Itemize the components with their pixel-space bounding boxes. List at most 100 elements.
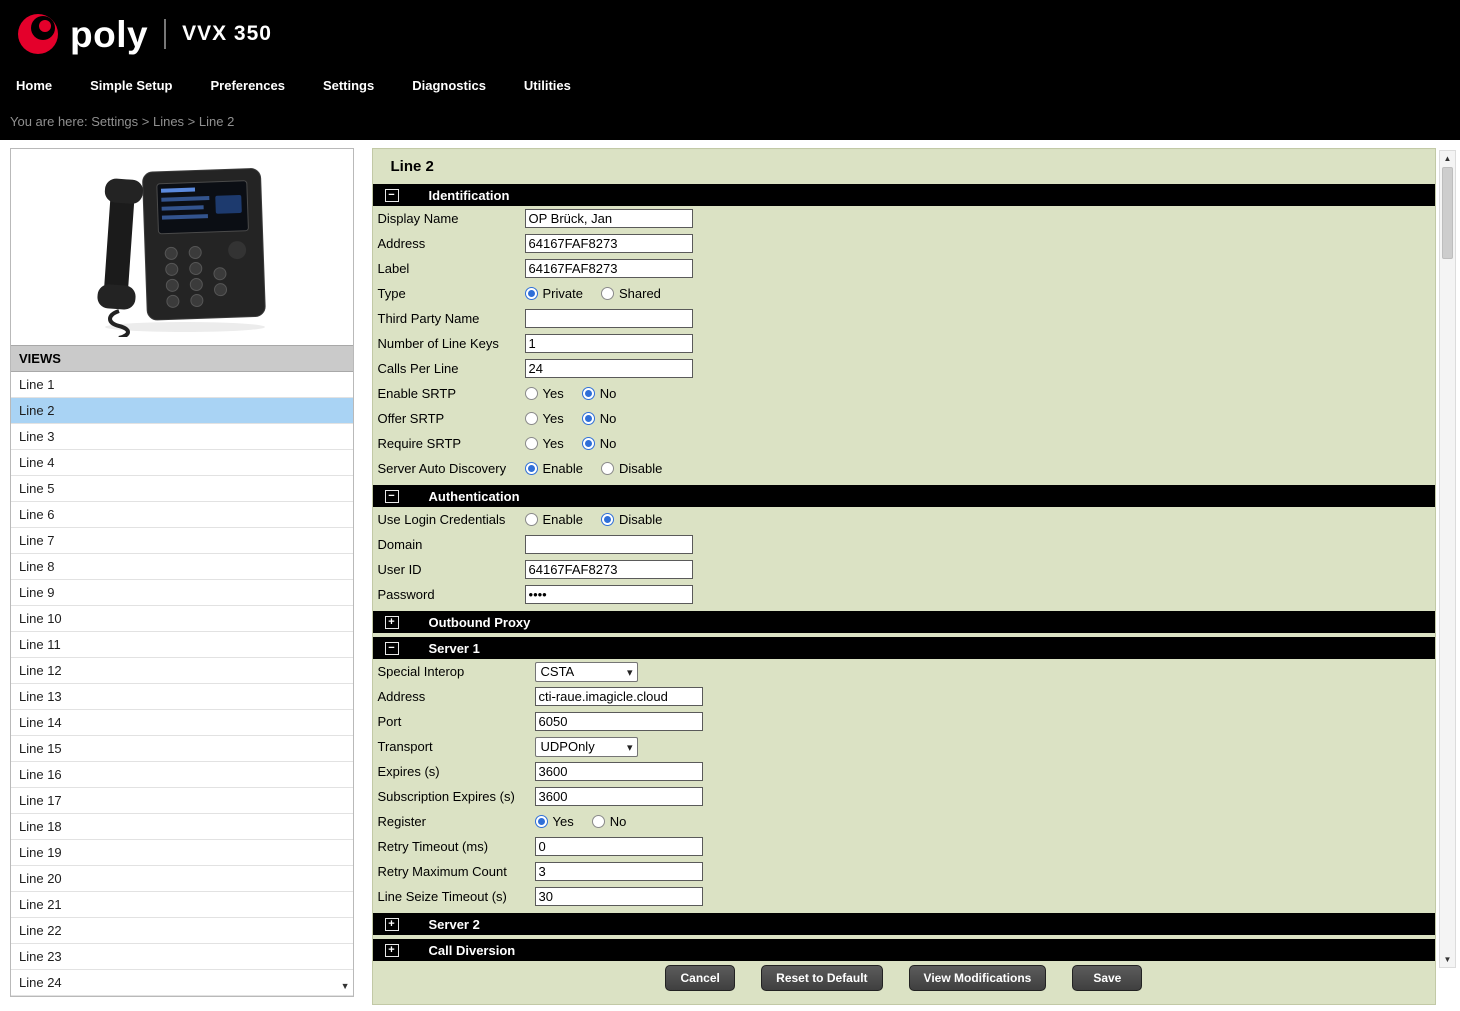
- identification-header[interactable]: − Identification: [373, 184, 1435, 206]
- type-shared-radio[interactable]: [601, 287, 614, 300]
- sidebar-item-line-6[interactable]: Line 6: [11, 502, 353, 528]
- password-input[interactable]: [525, 585, 693, 604]
- retry-timeout-input[interactable]: [535, 837, 703, 856]
- collapse-icon[interactable]: −: [385, 642, 399, 655]
- scroll-up-icon[interactable]: [1440, 151, 1455, 166]
- brand-name: poly: [70, 16, 148, 53]
- type-private-radio[interactable]: [525, 287, 538, 300]
- domain-input[interactable]: [525, 535, 693, 554]
- sidebar-item-line-8[interactable]: Line 8: [11, 554, 353, 580]
- nav-item-simple-setup[interactable]: Simple Setup: [90, 78, 172, 93]
- sidebar-item-line-15[interactable]: Line 15: [11, 736, 353, 762]
- line-seize-timeout-input[interactable]: [535, 887, 703, 906]
- special-interop-select[interactable]: CSTA: [535, 662, 638, 682]
- sidebar-item-line-10[interactable]: Line 10: [11, 606, 353, 632]
- sidebar-item-line-20[interactable]: Line 20: [11, 866, 353, 892]
- server-2-header[interactable]: + Server 2: [373, 913, 1435, 935]
- save-button[interactable]: Save: [1072, 965, 1142, 991]
- vertical-scrollbar[interactable]: [1439, 150, 1456, 968]
- address-input[interactable]: [525, 234, 693, 253]
- sidebar-item-line-21[interactable]: Line 21: [11, 892, 353, 918]
- content-area: VIEWS Line 1 Line 2 Line 3 Line 4 Line 5…: [0, 140, 1460, 1011]
- sidebar-item-line-16[interactable]: Line 16: [11, 762, 353, 788]
- register-yes-label: Yes: [553, 814, 574, 829]
- register-no-radio[interactable]: [592, 815, 605, 828]
- transport-select[interactable]: UDPOnly: [535, 737, 638, 757]
- enable-srtp-no-radio[interactable]: [582, 387, 595, 400]
- sidebar-item-line-18[interactable]: Line 18: [11, 814, 353, 840]
- require-srtp-label: Require SRTP: [378, 436, 525, 451]
- sidebar-item-line-7[interactable]: Line 7: [11, 528, 353, 554]
- expires-row: Expires (s): [373, 759, 1435, 784]
- section-title: Server 2: [429, 917, 480, 932]
- sidebar-item-line-12[interactable]: Line 12: [11, 658, 353, 684]
- nav-item-diagnostics[interactable]: Diagnostics: [412, 78, 486, 93]
- sidebar-item-line-22[interactable]: Line 22: [11, 918, 353, 944]
- sidebar-item-line-24[interactable]: Line 24: [11, 970, 353, 996]
- use-login-credentials-enable-radio[interactable]: [525, 513, 538, 526]
- cancel-button[interactable]: Cancel: [665, 965, 735, 991]
- sidebar-item-line-5[interactable]: Line 5: [11, 476, 353, 502]
- use-login-credentials-disable-radio[interactable]: [601, 513, 614, 526]
- collapse-icon[interactable]: −: [385, 490, 399, 503]
- expand-icon[interactable]: +: [385, 918, 399, 931]
- register-yes-radio[interactable]: [535, 815, 548, 828]
- sidebar-item-line-17[interactable]: Line 17: [11, 788, 353, 814]
- server-auto-discovery-enable-radio[interactable]: [525, 462, 538, 475]
- offer-srtp-yes-radio[interactable]: [525, 412, 538, 425]
- offer-srtp-row: Offer SRTP Yes No: [373, 406, 1435, 431]
- calls-per-line-input[interactable]: [525, 359, 693, 378]
- call-diversion-header[interactable]: + Call Diversion: [373, 939, 1435, 961]
- enable-srtp-yes-radio[interactable]: [525, 387, 538, 400]
- outbound-proxy-header[interactable]: + Outbound Proxy: [373, 611, 1435, 633]
- label-input[interactable]: [525, 259, 693, 278]
- third-party-name-input[interactable]: [525, 309, 693, 328]
- sidebar-item-line-3[interactable]: Line 3: [11, 424, 353, 450]
- sidebar-item-line-19[interactable]: Line 19: [11, 840, 353, 866]
- sidebar-item-line-9[interactable]: Line 9: [11, 580, 353, 606]
- scroll-down-icon[interactable]: [1440, 952, 1455, 967]
- top-header: poly VVX 350: [0, 0, 1460, 68]
- nav-item-utilities[interactable]: Utilities: [524, 78, 571, 93]
- sidebar-scroll-down-icon[interactable]: [341, 976, 350, 994]
- sidebar-item-line-23[interactable]: Line 23: [11, 944, 353, 970]
- model-name: VVX 350: [182, 22, 272, 46]
- user-id-input[interactable]: [525, 560, 693, 579]
- require-srtp-yes-radio[interactable]: [525, 437, 538, 450]
- expires-input[interactable]: [535, 762, 703, 781]
- server-address-label: Address: [378, 689, 535, 704]
- display-name-input[interactable]: [525, 209, 693, 228]
- authentication-header[interactable]: − Authentication: [373, 485, 1435, 507]
- sidebar-item-line-4[interactable]: Line 4: [11, 450, 353, 476]
- nav-item-home[interactable]: Home: [16, 78, 52, 93]
- line-settings-panel: Line 2 − Identification Display Name Add…: [372, 148, 1436, 1005]
- scroll-thumb[interactable]: [1442, 167, 1453, 259]
- expand-icon[interactable]: +: [385, 944, 399, 957]
- sidebar-item-line-2[interactable]: Line 2: [11, 398, 353, 424]
- reset-to-default-button[interactable]: Reset to Default: [761, 965, 882, 991]
- page-title: Line 2: [373, 149, 1435, 184]
- label-label: Label: [378, 261, 525, 276]
- sidebar-item-line-1[interactable]: Line 1: [11, 372, 353, 398]
- nav-item-settings[interactable]: Settings: [323, 78, 374, 93]
- type-label: Type: [378, 286, 525, 301]
- server-address-input[interactable]: [535, 687, 703, 706]
- expand-icon[interactable]: +: [385, 616, 399, 629]
- offer-srtp-no-radio[interactable]: [582, 412, 595, 425]
- number-of-line-keys-input[interactable]: [525, 334, 693, 353]
- subscription-expires-row: Subscription Expires (s): [373, 784, 1435, 809]
- view-modifications-button[interactable]: View Modifications: [909, 965, 1047, 991]
- port-input[interactable]: [535, 712, 703, 731]
- nav-item-preferences[interactable]: Preferences: [210, 78, 284, 93]
- sidebar-item-line-11[interactable]: Line 11: [11, 632, 353, 658]
- third-party-name-label: Third Party Name: [378, 311, 525, 326]
- sidebar-item-line-13[interactable]: Line 13: [11, 684, 353, 710]
- subscription-expires-input[interactable]: [535, 787, 703, 806]
- sidebar-item-line-14[interactable]: Line 14: [11, 710, 353, 736]
- server-1-header[interactable]: − Server 1: [373, 637, 1435, 659]
- collapse-icon[interactable]: −: [385, 189, 399, 202]
- require-srtp-no-radio[interactable]: [582, 437, 595, 450]
- server-auto-discovery-disable-radio[interactable]: [601, 462, 614, 475]
- retry-maximum-count-input[interactable]: [535, 862, 703, 881]
- register-label: Register: [378, 814, 535, 829]
